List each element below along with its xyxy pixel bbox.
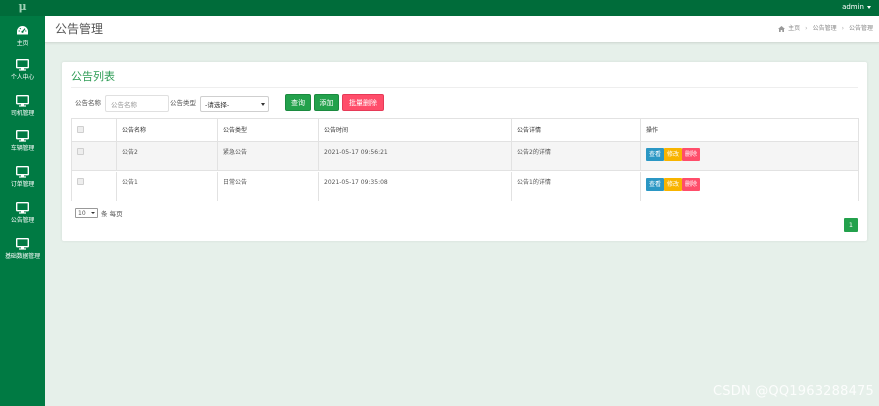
app-logo: μ [18,0,27,13]
table-row: 公告2 紧急公告 2021-05-17 09:56:21 公告2的详情 查看 修改… [72,142,858,171]
select-all-checkbox[interactable] [77,126,84,133]
cell-detail: 公告1的详情 [511,172,640,201]
chevron-right-icon: › [805,25,808,32]
page-button-current[interactable]: 1 [844,218,858,232]
announcement-table: 公告名称 公告类型 公告时间 公告详情 操作 公告2 紧急公告 2021-05-… [71,118,859,201]
sidebar-item-home[interactable]: 主页 [0,20,45,54]
monitor-icon [16,237,29,250]
page-size-value: 10 [78,209,86,217]
cell-type: 紧急公告 [217,142,318,170]
sidebar-item-label: 主页 [16,40,29,47]
monitor-icon [16,201,29,214]
breadcrumb-home[interactable]: 主页 [788,25,800,33]
table-header-row: 公告名称 公告类型 公告时间 公告详情 操作 [72,119,858,142]
table-row: 公告1 日常公告 2021-05-17 09:35:08 公告1的详情 查看 修改… [72,172,858,201]
user-name: admin [842,3,864,11]
column-header[interactable]: 公告类型 [217,119,318,141]
sidebar-item-basic-data[interactable]: 基础数据管理 [0,233,45,267]
monitor-icon [16,94,29,107]
sidebar-item-label: 司机管理 [10,110,35,117]
page-size-suffix: 条 每页 [101,210,123,218]
type-search-label: 公告类型 [170,99,196,107]
row-checkbox[interactable] [77,148,84,155]
watermark: CSDN @QQ1963288475 [713,384,874,399]
announcement-list-panel: 公告列表 公告名称 公告名称 公告类型 -请选择- 查询 添加 批量删除 公告名… [62,62,867,241]
column-header[interactable]: 公告时间 [318,119,511,141]
dashboard-icon [16,24,29,37]
edit-button[interactable]: 修改 [664,148,683,161]
home-icon [778,26,786,32]
caret-down-icon [867,5,871,9]
edit-button[interactable]: 修改 [664,178,683,191]
chevron-down-icon [91,212,95,214]
cell-time: 2021-05-17 09:35:08 [318,172,511,201]
column-header[interactable]: 公告名称 [116,119,217,141]
monitor-icon [16,129,29,142]
breadcrumb-item[interactable]: 公告管理 [813,25,837,33]
sidebar: 主页 个人中心 司机管理 车辆管理 订单管理 公告管理 基础数据管理 [0,16,45,406]
cell-actions: 查看 修改 删除 [640,172,858,201]
sidebar-item-label: 个人中心 [10,74,35,81]
delete-button[interactable]: 删除 [682,178,701,191]
breadcrumb-current: 公告管理 [848,25,873,32]
query-button[interactable]: 查询 [285,94,311,111]
delete-button[interactable]: 删除 [682,148,701,161]
column-header: 操作 [640,119,858,141]
sidebar-item-profile[interactable]: 个人中心 [0,54,45,88]
cell-detail: 公告2的详情 [511,142,640,170]
breadcrumb: 主页 › 公告管理 › 公告管理 [778,25,873,33]
row-checkbox[interactable] [77,178,84,185]
cell-time: 2021-05-17 09:56:21 [318,142,511,170]
name-search-label: 公告名称 [75,99,101,107]
name-search-input[interactable]: 公告名称 [105,95,169,112]
monitor-icon [16,165,29,178]
sidebar-item-drivers[interactable]: 司机管理 [0,90,45,124]
chevron-down-icon [261,102,265,106]
cell-name: 公告2 [116,142,217,170]
top-bar: μ admin [0,0,879,16]
sidebar-item-orders[interactable]: 订单管理 [0,161,45,195]
view-button[interactable]: 查看 [646,178,665,191]
cell-name: 公告1 [116,172,217,201]
add-button[interactable]: 添加 [314,94,339,111]
view-button[interactable]: 查看 [646,148,665,161]
page-size-select[interactable]: 10 [75,208,98,218]
select-all-cell [72,119,116,141]
page-size-control: 10 条 每页 [75,208,123,218]
row-select-cell [72,172,116,201]
user-menu[interactable]: admin [842,2,871,12]
cell-actions: 查看 修改 删除 [640,142,858,170]
panel-title: 公告列表 [71,70,115,83]
sidebar-item-vehicles[interactable]: 车辆管理 [0,125,45,159]
sidebar-item-announcements[interactable]: 公告管理 [0,197,45,231]
sidebar-item-label: 基础数据管理 [5,253,40,260]
divider [71,87,858,88]
page-title: 公告管理 [55,22,104,36]
column-header[interactable]: 公告详情 [511,119,640,141]
sidebar-item-label: 公告管理 [10,217,35,224]
cell-type: 日常公告 [217,172,318,201]
sidebar-item-label: 车辆管理 [10,145,35,152]
type-select-value: -请选择- [205,101,230,109]
sidebar-item-label: 订单管理 [10,181,35,188]
type-select[interactable]: -请选择- [200,96,269,112]
name-search-placeholder: 公告名称 [111,100,137,109]
page-header: 公告管理 主页 › 公告管理 › 公告管理 [45,16,879,43]
batch-delete-button[interactable]: 批量删除 [342,94,384,111]
monitor-icon [16,58,29,71]
row-select-cell [72,142,116,170]
chevron-right-icon: › [841,25,844,32]
